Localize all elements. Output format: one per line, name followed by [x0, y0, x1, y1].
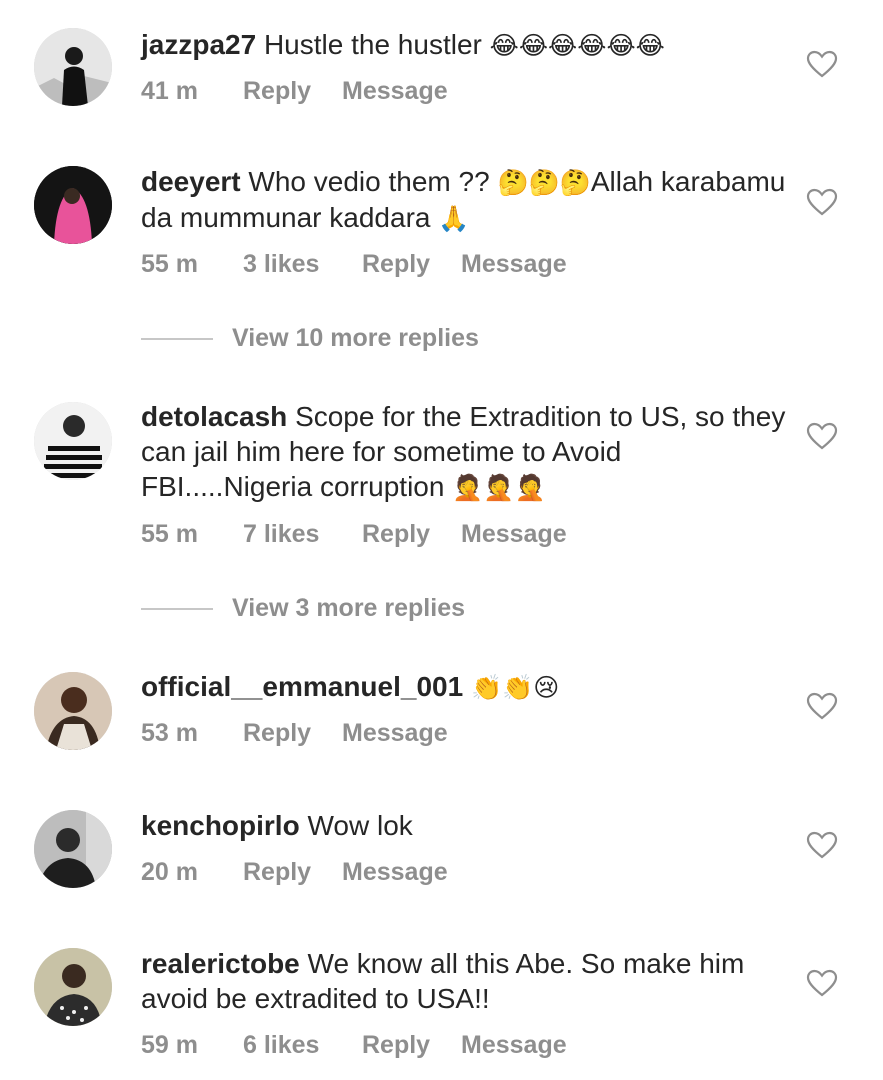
- avatar[interactable]: [34, 672, 112, 750]
- avatar[interactable]: [34, 166, 112, 244]
- message-button[interactable]: Message: [342, 716, 448, 750]
- comment-emoji: 🤦🤦🤦: [452, 473, 546, 502]
- comment-time: 59 m: [141, 1031, 198, 1059]
- view-replies-label[interactable]: View 3 more replies: [232, 591, 465, 625]
- heart-outline-icon[interactable]: [806, 188, 838, 216]
- comment-emoji: 😂😂😂😂😂😂: [489, 31, 665, 60]
- reply-button[interactable]: Reply: [362, 247, 430, 281]
- comment-username[interactable]: detolacash: [141, 401, 287, 432]
- message-button[interactable]: Message: [461, 1028, 567, 1062]
- comment-username[interactable]: jazzpa27: [141, 29, 256, 60]
- comment-time: 55 m: [141, 520, 198, 548]
- view-replies-label[interactable]: View 10 more replies: [232, 321, 479, 355]
- view-more-replies[interactable]: View 3 more replies: [141, 591, 501, 625]
- likes-count[interactable]: 6 likes: [243, 1028, 319, 1062]
- message-button[interactable]: Message: [461, 517, 567, 551]
- comment-text: Hustle the hustler: [263, 29, 482, 60]
- comment-body: realerictobe We know all this Abe. So ma…: [141, 946, 791, 1016]
- reply-button[interactable]: Reply: [362, 517, 430, 551]
- comment-time: 55 m: [141, 250, 198, 278]
- divider-line: [141, 338, 213, 340]
- comment-time: 53 m: [141, 719, 198, 747]
- heart-outline-icon[interactable]: [806, 831, 838, 859]
- heart-outline-icon[interactable]: [806, 50, 838, 78]
- avatar[interactable]: [34, 28, 112, 106]
- comment-body: jazzpa27 Hustle the hustler 😂😂😂😂😂😂: [141, 27, 791, 63]
- likes-count[interactable]: 3 likes: [243, 247, 319, 281]
- comment-text: Who vedio them ??: [248, 166, 490, 197]
- comment-username[interactable]: deeyert: [141, 166, 241, 197]
- avatar[interactable]: [34, 810, 112, 888]
- reply-button[interactable]: Reply: [243, 855, 311, 889]
- reply-button[interactable]: Reply: [362, 1028, 430, 1062]
- message-button[interactable]: Message: [342, 855, 448, 889]
- heart-outline-icon[interactable]: [806, 692, 838, 720]
- heart-outline-icon[interactable]: [806, 969, 838, 997]
- comment-body: official__emmanuel_001 👏👏😢: [141, 669, 791, 705]
- comment-emoji: 👏👏😢: [470, 673, 560, 702]
- comment-body: kenchopirlo Wow lok: [141, 808, 791, 843]
- heart-outline-icon[interactable]: [806, 422, 838, 450]
- comment-username[interactable]: official__emmanuel_001: [141, 671, 463, 702]
- comment-emoji: 🤔🤔🤔: [497, 168, 591, 197]
- comment-body: deeyert Who vedio them ?? 🤔🤔🤔Allah karab…: [141, 164, 791, 236]
- message-button[interactable]: Message: [342, 74, 448, 108]
- message-button[interactable]: Message: [461, 247, 567, 281]
- divider-line: [141, 608, 213, 610]
- reply-button[interactable]: Reply: [243, 716, 311, 750]
- comment-emoji-2: 🙏: [438, 204, 470, 233]
- comment-text: Wow lok: [307, 810, 413, 841]
- comment-body: detolacash Scope for the Extradition to …: [141, 399, 791, 505]
- avatar[interactable]: [34, 402, 112, 480]
- comment-username[interactable]: realerictobe: [141, 948, 300, 979]
- comment-username[interactable]: kenchopirlo: [141, 810, 300, 841]
- reply-button[interactable]: Reply: [243, 74, 311, 108]
- comment-time: 20 m: [141, 858, 198, 886]
- avatar[interactable]: [34, 948, 112, 1026]
- comment-time: 41 m: [141, 77, 198, 105]
- likes-count[interactable]: 7 likes: [243, 517, 319, 551]
- view-more-replies[interactable]: View 10 more replies: [141, 321, 501, 355]
